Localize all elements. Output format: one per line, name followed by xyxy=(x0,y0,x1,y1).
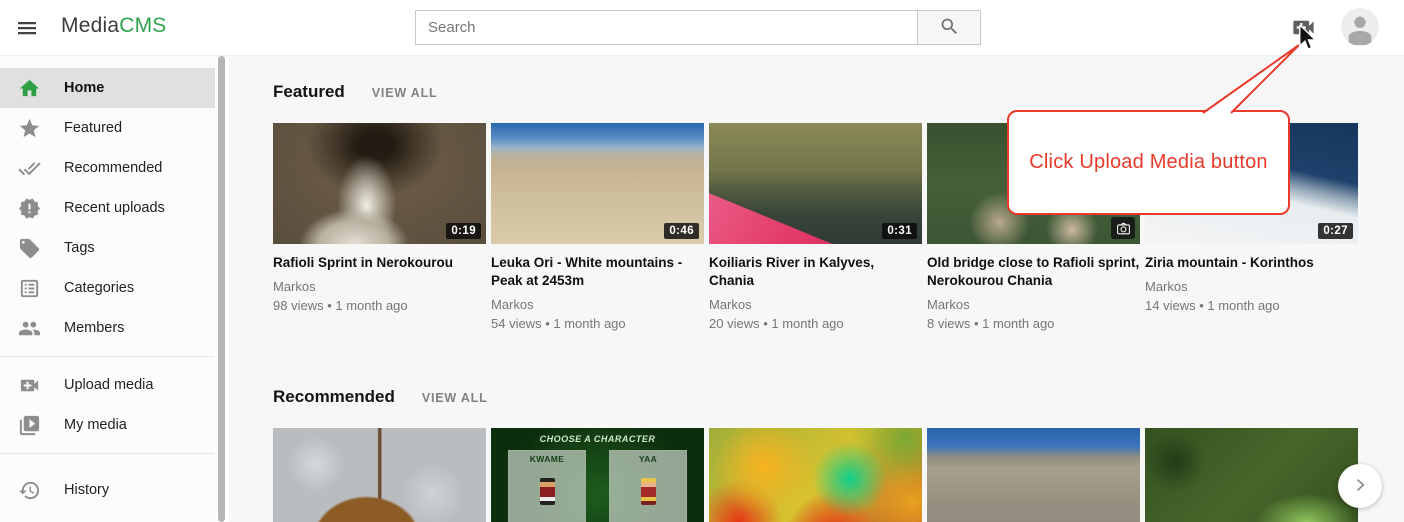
recommended-cards-row: CHOOSE A CHARACTER KWAME Selected YAA Se… xyxy=(273,428,1404,522)
sidebar-item-featured[interactable]: Featured xyxy=(0,108,215,148)
duration-badge: 0:27 xyxy=(1318,223,1353,239)
carousel-next-button[interactable] xyxy=(1338,464,1382,508)
video-card[interactable]: 0:31 Koiliaris River in Kalyves, Chania … xyxy=(709,123,922,331)
video-card[interactable]: CHOOSE A CHARACTER KWAME Selected YAA Se… xyxy=(491,428,704,522)
sidebar-item-recommended[interactable]: Recommended xyxy=(0,148,215,188)
sidebar-item-label: Upload media xyxy=(64,377,153,393)
video-library-icon xyxy=(18,414,41,437)
video-title[interactable]: Koiliaris River in Kalyves, Chania xyxy=(709,254,922,290)
duration-badge: 0:19 xyxy=(446,223,481,239)
sidebar-item-label: Categories xyxy=(64,280,134,296)
video-thumbnail[interactable] xyxy=(1145,428,1358,522)
video-thumbnail[interactable] xyxy=(273,428,486,522)
sidebar: Home Featured Recommended Recent uploads… xyxy=(0,56,215,522)
camera-icon xyxy=(1111,217,1135,239)
recommended-section-header: Recommended VIEW ALL xyxy=(273,331,1404,407)
video-card[interactable] xyxy=(927,428,1140,522)
video-author[interactable]: Markos xyxy=(709,297,922,312)
video-meta: 20 views • 1 month ago xyxy=(709,316,922,331)
sidebar-scrollbar-thumb[interactable] xyxy=(218,56,225,522)
game-character-name: KWAME xyxy=(509,454,585,464)
logo[interactable]: MediaCMS xyxy=(61,14,166,38)
chevron-right-icon xyxy=(1350,475,1370,498)
list-alt-icon xyxy=(18,277,41,300)
duration-badge: 0:31 xyxy=(882,223,917,239)
history-icon xyxy=(18,479,41,502)
recommended-view-all-link[interactable]: VIEW ALL xyxy=(422,391,488,405)
logo-part-media: Media xyxy=(61,14,119,37)
section-title-recommended: Recommended xyxy=(273,387,395,407)
video-title[interactable]: Rafioli Sprint in Nerokourou xyxy=(273,254,486,272)
game-panel-right: YAA Select xyxy=(609,450,687,522)
people-icon xyxy=(18,317,41,340)
video-title[interactable]: Ziria mountain - Korinthos xyxy=(1145,254,1358,272)
sidebar-divider xyxy=(0,356,215,357)
sidebar-scrollbar xyxy=(215,56,229,522)
mouse-cursor-icon xyxy=(1297,25,1319,56)
logo-part-cms: CMS xyxy=(119,14,166,37)
sidebar-item-label: Recent uploads xyxy=(64,200,165,216)
game-character-sprite xyxy=(540,478,555,505)
menu-icon[interactable] xyxy=(14,16,40,40)
game-thumb-heading: CHOOSE A CHARACTER xyxy=(491,434,704,444)
video-thumbnail[interactable]: 0:46 xyxy=(491,123,704,244)
section-title-featured: Featured xyxy=(273,82,345,102)
sidebar-item-categories[interactable]: Categories xyxy=(0,268,215,308)
game-panel-left: KWAME Selected xyxy=(508,450,586,522)
sidebar-item-recent-uploads[interactable]: Recent uploads xyxy=(0,188,215,228)
sidebar-item-members[interactable]: Members xyxy=(0,308,215,348)
sidebar-item-label: Tags xyxy=(64,240,95,256)
tag-icon xyxy=(18,237,41,260)
new-releases-icon xyxy=(18,197,41,220)
video-card[interactable]: 0:19 Rafioli Sprint in Nerokourou Markos… xyxy=(273,123,486,331)
video-meta: 14 views • 1 month ago xyxy=(1145,298,1358,313)
sidebar-item-label: My media xyxy=(64,417,127,433)
sidebar-item-my-media[interactable]: My media xyxy=(0,405,215,445)
video-meta: 98 views • 1 month ago xyxy=(273,298,486,313)
video-card[interactable] xyxy=(709,428,922,522)
video-card[interactable] xyxy=(1145,428,1358,522)
home-icon xyxy=(18,77,41,100)
video-author[interactable]: Markos xyxy=(273,279,486,294)
video-meta: 8 views • 1 month ago xyxy=(927,316,1140,331)
sidebar-item-label: History xyxy=(64,482,109,498)
video-title[interactable]: Leuka Ori - White mountains - Peak at 24… xyxy=(491,254,704,290)
video-card[interactable] xyxy=(273,428,486,522)
sidebar-item-tags[interactable]: Tags xyxy=(0,228,215,268)
video-title[interactable]: Old bridge close to Rafioli sprint, Nero… xyxy=(927,254,1140,290)
sidebar-item-label: Recommended xyxy=(64,160,162,176)
featured-view-all-link[interactable]: VIEW ALL xyxy=(372,86,438,100)
video-card[interactable]: 0:46 Leuka Ori - White mountains - Peak … xyxy=(491,123,704,331)
video-thumbnail[interactable] xyxy=(927,428,1140,522)
done-all-icon xyxy=(18,157,41,180)
video-thumbnail[interactable]: 0:31 xyxy=(709,123,922,244)
annotation-callout: Click Upload Media button xyxy=(1007,110,1290,215)
search-icon xyxy=(939,16,960,40)
annotation-text: Click Upload Media button xyxy=(1029,151,1267,174)
game-character-sprite xyxy=(641,478,656,505)
sidebar-item-upload-media[interactable]: Upload media xyxy=(0,365,215,405)
video-thumbnail[interactable] xyxy=(709,428,922,522)
sidebar-item-label: Home xyxy=(64,80,104,96)
duration-badge: 0:46 xyxy=(664,223,699,239)
mediacms-app: MediaCMS Home Featured xyxy=(0,0,1404,522)
star-icon xyxy=(18,117,41,140)
search-bar xyxy=(415,10,981,45)
search-button[interactable] xyxy=(917,11,980,44)
video-thumbnail[interactable]: 0:19 xyxy=(273,123,486,244)
video-meta: 54 views • 1 month ago xyxy=(491,316,704,331)
sidebar-item-label: Members xyxy=(64,320,124,336)
search-input[interactable] xyxy=(416,11,917,44)
game-character-name: YAA xyxy=(610,454,686,464)
video-author[interactable]: Markos xyxy=(927,297,1140,312)
video-thumbnail[interactable]: CHOOSE A CHARACTER KWAME Selected YAA Se… xyxy=(491,428,704,522)
sidebar-item-history[interactable]: History xyxy=(0,470,215,510)
avatar[interactable] xyxy=(1341,8,1379,46)
sidebar-item-label: Featured xyxy=(64,120,122,136)
video-author[interactable]: Markos xyxy=(491,297,704,312)
video-call-icon xyxy=(18,374,41,397)
sidebar-item-home[interactable]: Home xyxy=(0,68,215,108)
video-author[interactable]: Markos xyxy=(1145,279,1358,294)
sidebar-divider xyxy=(0,453,215,454)
